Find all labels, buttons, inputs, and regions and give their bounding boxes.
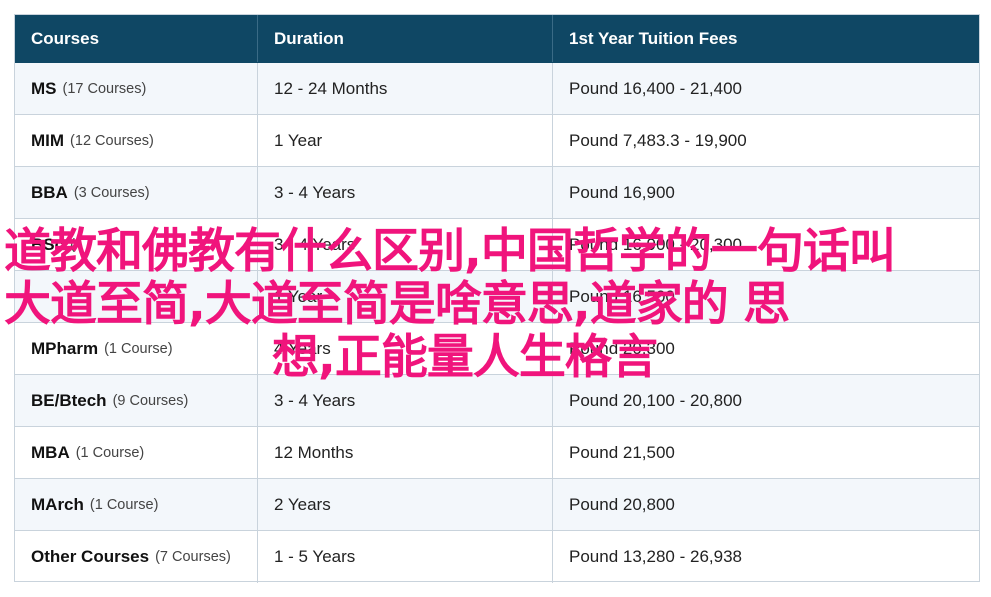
table-row: Other Courses (7 Courses) 1 - 5 Years Po… xyxy=(15,531,979,583)
course-name[interactable]: BE/Btech xyxy=(31,391,107,411)
course-cell xyxy=(15,271,257,322)
fees-cell: Pound 7,483.3 - 19,900 xyxy=(552,115,979,166)
table-row: 1 Year Pound 16,500 xyxy=(15,271,979,323)
duration-cell: 1 - 5 Years xyxy=(257,531,552,583)
table-row: MPharm (1 Course) 4 Years Pound 20,300 xyxy=(15,323,979,375)
fees-cell: Pound 20,300 xyxy=(552,323,979,374)
header-courses: Courses xyxy=(31,28,100,48)
duration-cell: 3 - 4 Years xyxy=(257,167,552,218)
course-count: (1 Course) xyxy=(75,444,145,461)
table-row: MS (17 Courses) 12 - 24 Months Pound 16,… xyxy=(15,63,979,115)
course-count: (1 Course) xyxy=(89,496,159,513)
duration-cell: 2 Years xyxy=(257,479,552,530)
courses-table: Courses Duration 1st Year Tuition Fees M… xyxy=(14,14,980,583)
duration-cell: 1 Year xyxy=(257,271,552,322)
course-count: (7 Courses) xyxy=(155,549,231,565)
fees-cell: Pound 20,100 - 20,800 xyxy=(552,375,979,426)
course-count: (3 Courses) xyxy=(73,184,150,201)
page: Courses Duration 1st Year Tuition Fees M… xyxy=(0,0,991,597)
course-cell: MBA (1 Course) xyxy=(15,427,257,478)
table-header-row: Courses Duration 1st Year Tuition Fees xyxy=(15,15,979,63)
fees-cell: Pound 21,500 xyxy=(552,427,979,478)
course-cell: BSc ( xyxy=(15,219,257,270)
course-cell: BBA (3 Courses) xyxy=(15,167,257,218)
course-name[interactable]: MBA xyxy=(31,443,70,463)
course-name[interactable]: BBA xyxy=(31,183,68,203)
course-cell: BE/Btech (9 Courses) xyxy=(15,375,257,426)
header-tuition-fees: 1st Year Tuition Fees xyxy=(552,15,979,62)
duration-cell: 12 Months xyxy=(257,427,552,478)
table-row: BE/Btech (9 Courses) 3 - 4 Years Pound 2… xyxy=(15,375,979,427)
fees-cell: Pound 16,900 xyxy=(552,167,979,218)
duration-cell: 4 Years xyxy=(257,323,552,374)
course-name[interactable]: Other Courses xyxy=(31,547,149,567)
fees-cell: Pound 16,500 xyxy=(552,271,979,322)
course-count: (17 Courses) xyxy=(62,80,147,97)
course-name[interactable]: MS xyxy=(31,79,57,99)
fees-cell: Pound 13,280 - 26,938 xyxy=(552,531,979,583)
fees-cell: Pound 16,400 - 21,400 xyxy=(552,63,979,114)
course-count: (12 Courses) xyxy=(70,132,154,149)
duration-cell: 12 - 24 Months xyxy=(257,63,552,114)
course-name[interactable]: BSc xyxy=(31,235,64,255)
table-row: BBA (3 Courses) 3 - 4 Years Pound 16,900 xyxy=(15,167,979,219)
table-row: MArch (1 Course) 2 Years Pound 20,800 xyxy=(15,479,979,531)
course-name[interactable]: MPharm xyxy=(31,339,98,359)
course-cell: MS (17 Courses) xyxy=(15,63,257,114)
course-name[interactable]: MArch xyxy=(31,495,84,515)
course-cell: Other Courses (7 Courses) xyxy=(15,531,257,583)
duration-cell: 1 Year xyxy=(257,115,552,166)
table-row: MIM (12 Courses) 1 Year Pound 7,483.3 - … xyxy=(15,115,979,167)
table-row: BSc ( 3 - 4 Years Pound 16,900 - 20,300 xyxy=(15,219,979,271)
duration-cell: 3 - 4 Years xyxy=(257,219,552,270)
duration-cell: 3 - 4 Years xyxy=(257,375,552,426)
course-cell: MIM (12 Courses) xyxy=(15,115,257,166)
fees-cell: Pound 20,800 xyxy=(552,479,979,530)
header-duration: Duration xyxy=(257,15,552,62)
course-count: (1 Course) xyxy=(104,340,173,357)
course-cell: MPharm (1 Course) xyxy=(15,323,257,374)
course-cell: MArch (1 Course) xyxy=(15,479,257,530)
table-row: MBA (1 Course) 12 Months Pound 21,500 xyxy=(15,427,979,479)
fees-cell: Pound 16,900 - 20,300 xyxy=(552,219,979,270)
course-name[interactable]: MIM xyxy=(31,131,64,151)
course-count: ( xyxy=(70,236,75,253)
course-count: (9 Courses) xyxy=(112,392,189,409)
